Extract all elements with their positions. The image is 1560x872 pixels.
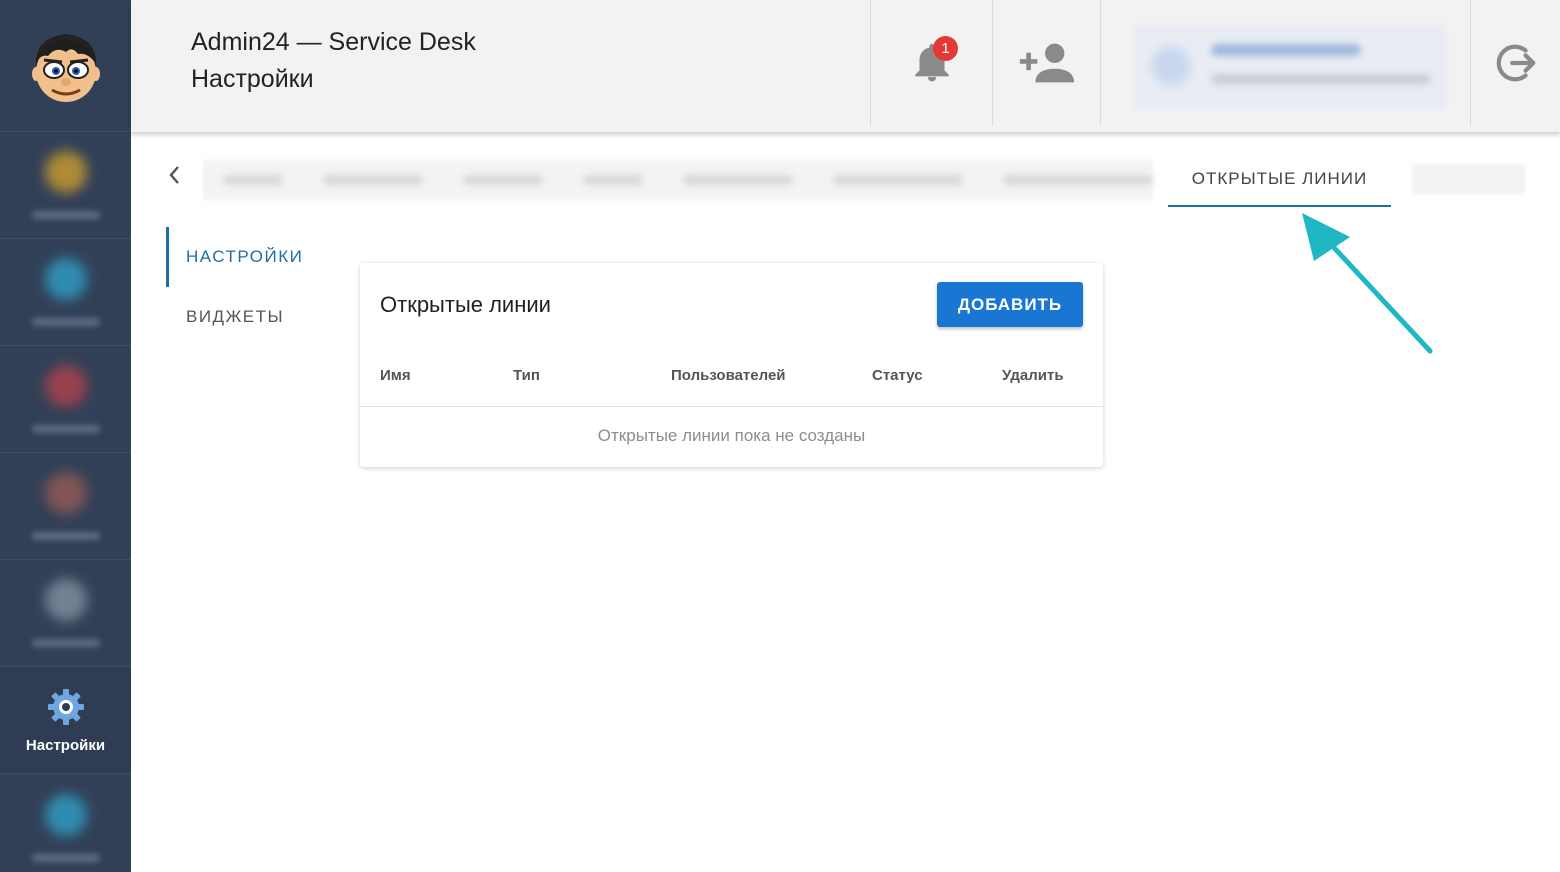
blurred-label xyxy=(31,211,100,219)
logout-button[interactable] xyxy=(1471,0,1560,126)
blurred-icon xyxy=(44,258,87,300)
add-user-button[interactable] xyxy=(993,0,1100,126)
top-header: Admin24 — Service Desk Настройки 1 xyxy=(131,0,1560,132)
add-user-icon xyxy=(1019,43,1074,83)
sidebar-item-7[interactable] xyxy=(0,774,131,872)
add-button[interactable]: ДОБАВИТЬ xyxy=(937,282,1083,327)
menu-item-settings[interactable]: НАСТРОЙКИ xyxy=(166,227,326,287)
blurred-label xyxy=(31,425,100,433)
sidebar-item-3[interactable] xyxy=(0,346,131,453)
blurred-icon xyxy=(44,151,87,193)
blurred-icon xyxy=(44,365,87,407)
card-title: Открытые линии xyxy=(380,292,551,317)
app-logo-avatar[interactable] xyxy=(0,0,131,132)
annotation-arrow-icon xyxy=(1302,213,1433,354)
current-user-card[interactable] xyxy=(1133,24,1447,110)
app-title: Admin24 — Service Desk xyxy=(191,28,476,56)
sidebar-item-5[interactable] xyxy=(0,560,131,667)
column-header-delete[interactable]: Удалить xyxy=(1002,367,1064,384)
tab-open-lines[interactable]: ОТКРЫТЫЕ ЛИНИИ xyxy=(1168,152,1391,207)
blurred-label xyxy=(31,639,100,647)
blurred-icon xyxy=(44,793,87,836)
blurred-label xyxy=(31,532,100,540)
header-titles: Admin24 — Service Desk Настройки xyxy=(191,28,476,94)
chevron-left-icon[interactable] xyxy=(167,162,181,193)
header-divider xyxy=(1100,0,1101,126)
column-header-users[interactable]: Пользователей xyxy=(671,367,786,384)
sidebar-item-label: Настройки xyxy=(25,736,106,754)
blurred-label xyxy=(31,853,100,862)
blurred-tab[interactable] xyxy=(1412,164,1525,194)
sidebar-item-1[interactable] xyxy=(0,132,131,239)
gear-icon xyxy=(47,688,84,725)
empty-state-message: Открытые линии пока не созданы xyxy=(597,426,866,445)
settings-side-menu: НАСТРОЙКИ ВИДЖЕТЫ xyxy=(166,227,326,347)
sidebar-item-4[interactable] xyxy=(0,453,131,560)
notifications-button[interactable]: 1 xyxy=(871,0,992,126)
column-header-status[interactable]: Статус xyxy=(872,367,923,384)
blurred-label xyxy=(31,318,100,326)
blurred-user-name xyxy=(1211,44,1361,56)
sidebar-item-settings[interactable]: Настройки xyxy=(0,667,131,774)
menu-item-widgets[interactable]: ВИДЖЕТЫ xyxy=(166,287,326,347)
page-subtitle: Настройки xyxy=(191,65,314,93)
column-header-type[interactable]: Тип xyxy=(513,367,540,384)
open-lines-card: Открытые линии ДОБАВИТЬ Имя Тип Пользова… xyxy=(360,263,1103,467)
column-header-name[interactable]: Имя xyxy=(380,367,411,384)
notification-count-badge: 1 xyxy=(933,36,958,61)
user-avatar xyxy=(1151,46,1191,86)
avatar-cartoon-icon xyxy=(31,33,100,102)
logout-icon xyxy=(1496,44,1535,82)
blurred-tabs[interactable] xyxy=(203,160,1153,200)
blurred-user-email xyxy=(1211,74,1431,84)
table-divider xyxy=(360,406,1103,407)
settings-tabs: ОТКРЫТЫЕ ЛИНИИ xyxy=(131,152,1560,212)
sidebar-item-2[interactable] xyxy=(0,239,131,346)
blurred-icon xyxy=(44,472,87,514)
blurred-icon xyxy=(44,579,87,621)
sidebar: Настройки xyxy=(0,0,131,872)
